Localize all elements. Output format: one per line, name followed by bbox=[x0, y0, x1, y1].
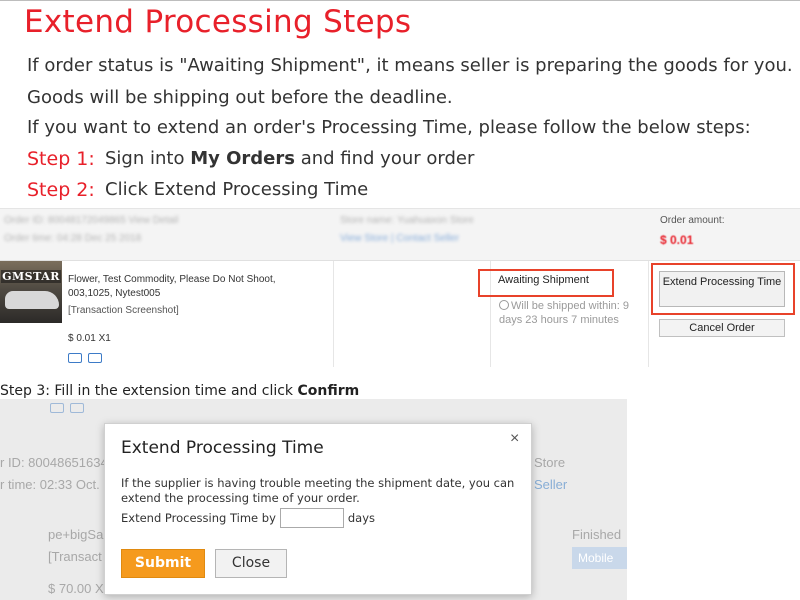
store-name-blurred: Store name: Yuahuaxon Store bbox=[340, 215, 474, 226]
order-card: Order ID: 80048172049865 View Detail Ord… bbox=[0, 208, 800, 367]
step-1-label: Step 1: bbox=[27, 148, 95, 170]
order-status: Awaiting Shipment bbox=[498, 274, 589, 286]
step-1-text: Sign into My Orders and find your order bbox=[105, 148, 474, 169]
extension-field-unit: days bbox=[347, 511, 376, 525]
step-1-text-pre: Sign into bbox=[105, 148, 191, 169]
order-card-body: GMSTAR Flower, Test Commodity, Please Do… bbox=[0, 261, 800, 367]
intro-line-2: Goods will be shipping out before the de… bbox=[27, 87, 453, 108]
product-thumbnail[interactable]: GMSTAR bbox=[0, 261, 62, 323]
step-2-text: Click Extend Processing Time bbox=[105, 179, 369, 200]
extend-processing-time-dialog: Extend Processing Time × If the supplier… bbox=[104, 423, 532, 595]
close-button[interactable]: Close bbox=[215, 549, 287, 578]
faded-action-icons bbox=[50, 403, 84, 413]
message-icon[interactable] bbox=[88, 353, 102, 363]
transaction-screenshot-link[interactable]: [Transaction Screenshot] bbox=[68, 305, 179, 316]
step-3-text: Step 3: Fill in the extension time and c… bbox=[0, 383, 359, 399]
dialog-description: If the supplier is having trouble meetin… bbox=[121, 476, 515, 505]
step-3-text-pre: Step 3: Fill in the extension time and c… bbox=[0, 383, 298, 399]
submit-button[interactable]: Submit bbox=[121, 549, 205, 578]
faded-store: Store bbox=[534, 455, 566, 470]
cancel-order-button[interactable]: Cancel Order bbox=[659, 319, 785, 337]
intro-line-3: If you want to extend an order's Process… bbox=[27, 117, 751, 138]
truck-icon[interactable] bbox=[68, 353, 82, 363]
faded-price: $ 70.00 X bbox=[48, 581, 104, 596]
product-price: $ 0.01 X1 bbox=[68, 333, 111, 344]
message-icon bbox=[70, 403, 84, 413]
page-title: Extend Processing Steps bbox=[24, 4, 412, 40]
column-divider bbox=[333, 261, 334, 367]
faded-order-time: r time: 02:33 Oct. bbox=[0, 477, 100, 492]
order-amount-value: $ 0.01 bbox=[660, 233, 694, 247]
faded-order-id: r ID: 80048651634 bbox=[0, 455, 108, 470]
top-divider bbox=[0, 0, 800, 1]
extension-days-input[interactable] bbox=[279, 508, 344, 528]
extension-field-row: Extend Processing Time by days bbox=[121, 508, 375, 528]
faded-status: Finished bbox=[572, 527, 622, 542]
product-title[interactable]: Flower, Test Commodity, Please Do Not Sh… bbox=[68, 273, 308, 301]
step-2-label: Step 2: bbox=[27, 179, 95, 201]
extend-processing-time-button[interactable]: Extend Processing Time bbox=[659, 271, 785, 307]
shipping-countdown-text: Will be shipped within: 9 days 23 hours … bbox=[499, 300, 630, 326]
faded-mobile-button: Mobile bbox=[572, 547, 627, 569]
confirm-text: Confirm bbox=[297, 383, 360, 399]
step-1-text-post: and find your order bbox=[294, 148, 475, 169]
order-time-blurred: Order time: 04:28 Dec 25 2018 bbox=[4, 233, 142, 244]
faded-product: pe+bigSa bbox=[48, 527, 104, 542]
extension-field-label: Extend Processing Time by bbox=[121, 511, 276, 525]
car-image bbox=[5, 291, 59, 309]
dialog-title: Extend Processing Time bbox=[121, 438, 324, 458]
order-id-blurred: Order ID: 80048172049865 View Detail bbox=[4, 215, 179, 226]
intro-line-1: If order status is "Awaiting Shipment", … bbox=[27, 55, 793, 76]
product-action-icons bbox=[68, 353, 102, 363]
faded-transaction: [Transact bbox=[48, 549, 102, 564]
close-icon[interactable]: × bbox=[510, 430, 519, 448]
faded-seller: Seller bbox=[534, 477, 568, 492]
truck-icon bbox=[50, 403, 64, 413]
clock-icon bbox=[499, 300, 509, 310]
order-amount-label: Order amount: bbox=[660, 215, 725, 226]
thumbnail-logo: GMSTAR bbox=[1, 270, 61, 283]
store-links-blurred[interactable]: View Store | Contact Seller bbox=[340, 233, 459, 244]
my-orders-text: My Orders bbox=[190, 148, 295, 169]
order-card-header: Order ID: 80048172049865 View Detail Ord… bbox=[0, 209, 800, 261]
shipping-countdown: Will be shipped within: 9 days 23 hours … bbox=[499, 299, 649, 327]
